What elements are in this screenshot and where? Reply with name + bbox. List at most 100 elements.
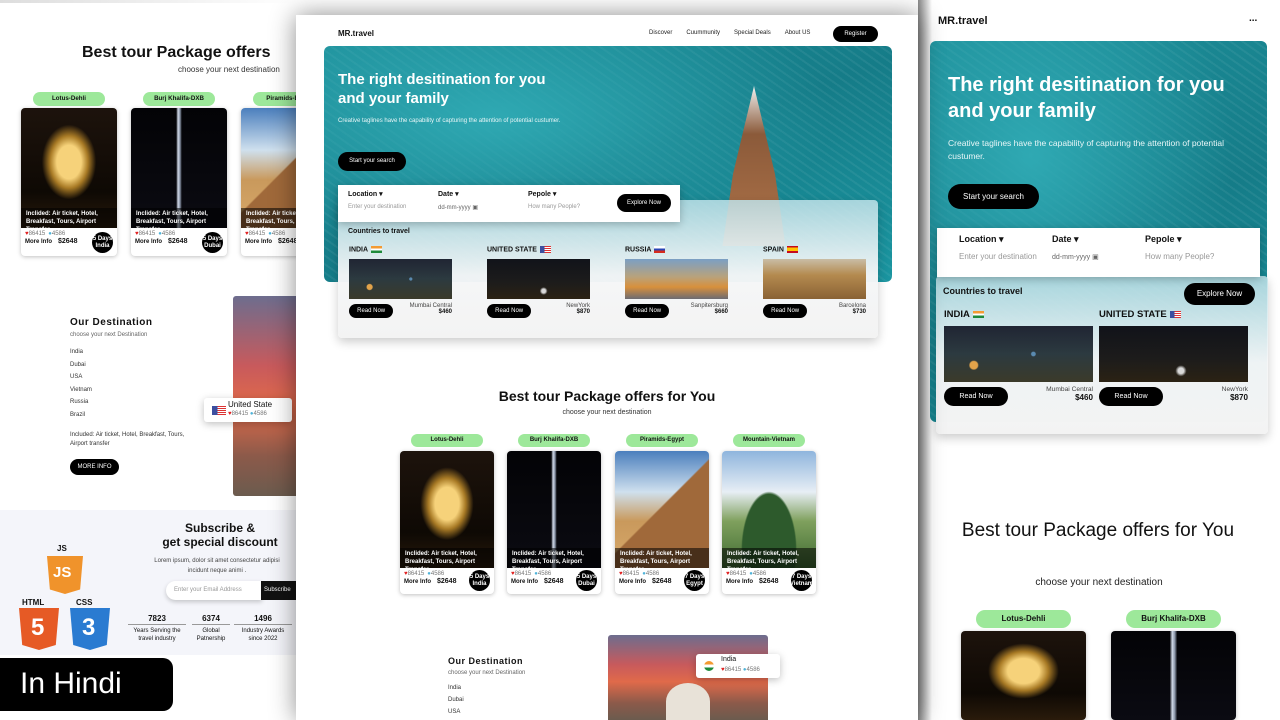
date-dropdown[interactable]: Date ▾ <box>1052 234 1079 245</box>
subscribe-title: Subscribe & get special discount <box>148 521 292 549</box>
brand-logo[interactable]: MR.travel <box>338 29 374 38</box>
package-card[interactable]: Inclided: Air ticket, Hotel, Breakfast, … <box>21 108 117 256</box>
package-card[interactable]: Inclided: Air ticket, Hotel, Breakfast, … <box>722 451 816 594</box>
center-preview-panel: MR.travel Discover Cuummunity Special Deal… <box>296 15 918 720</box>
read-now-button[interactable]: Read Now <box>625 303 670 318</box>
read-now-button[interactable]: Read Now <box>487 303 532 318</box>
country-price: $660 <box>714 308 728 315</box>
people-input[interactable]: How many People? <box>1145 252 1214 261</box>
package-included: Inclided: Air ticket, Hotel, Breakfast, … <box>507 548 601 568</box>
date-input[interactable]: dd-mm-yyyy ▣ <box>1052 253 1099 261</box>
more-info-link[interactable]: More Info <box>619 579 646 585</box>
days-badge: 5 Days India <box>92 232 113 253</box>
package-price: $2648 <box>544 578 564 585</box>
destination-list-item[interactable]: USA <box>70 371 92 384</box>
days-badge: 7 Days Vietnam <box>790 570 813 591</box>
countries-heading: Countries to travel <box>348 228 410 235</box>
likes-count: 86415 <box>248 231 266 237</box>
date-dropdown[interactable]: Date ▾ <box>438 190 459 198</box>
stat-label: Years Serving the travel industry <box>133 628 181 642</box>
search-bar: Location ▾ Enter your destination Date ▾… <box>937 228 1260 277</box>
location-input[interactable]: Enter your destination <box>959 252 1037 261</box>
destination-list-item[interactable]: Dubai <box>70 359 92 372</box>
packages-title: Best tour Package offers <box>82 44 271 61</box>
airplane-image <box>666 683 710 720</box>
stat-label: Global Patnership <box>196 628 226 642</box>
destination-list-item[interactable]: USA <box>448 706 464 718</box>
location-input[interactable]: Enter your destination <box>348 204 406 210</box>
country-price: $870 <box>576 308 590 315</box>
package-tag: Burj Khalifa-DXB <box>1126 610 1221 628</box>
likes-count: 86415 <box>407 571 425 577</box>
more-info-link[interactable]: More Info <box>511 579 538 585</box>
days-place: Dubai <box>578 580 595 587</box>
nav-link-about-us[interactable]: About US <box>785 30 811 36</box>
destination-list-item[interactable]: India <box>448 682 464 694</box>
destination-image <box>233 296 296 496</box>
read-now-button[interactable]: Read Now <box>944 387 1009 407</box>
start-search-button[interactable]: Start your search <box>948 184 1039 209</box>
comments-count: 4586 <box>746 667 760 673</box>
explore-now-button[interactable]: Explore Now <box>617 194 671 212</box>
js-logo-icon: JS <box>47 556 83 594</box>
caret-down-icon: ▾ <box>455 191 459 198</box>
country-name: SPAIN <box>763 246 798 253</box>
package-card[interactable]: Inclided: Air ticket, Hotel, Breakfast, … <box>131 108 227 256</box>
package-price: $2648 <box>278 238 298 245</box>
brand-logo[interactable]: MR.travel <box>938 15 988 27</box>
location-label: Location <box>959 234 997 244</box>
package-card[interactable]: Inclided: Air ticket, Hotel, Breakfast, … <box>507 451 601 594</box>
read-now-button[interactable]: Read Now <box>349 303 394 318</box>
destination-list-item[interactable]: Russia <box>70 396 92 409</box>
more-info-button[interactable]: MORE INFO <box>70 459 119 475</box>
comments-count: 4586 <box>253 411 267 417</box>
email-input[interactable]: Enter your Email Address <box>166 581 262 600</box>
country-price: $730 <box>852 308 866 315</box>
package-card[interactable]: Inclided: Air ticket, Hotel, Breakfast, … <box>400 451 494 594</box>
subscribe-text: Lorem ipsum, dolor sit amet consectetur … <box>142 556 292 576</box>
packages-title: Best tour Package offers for You <box>961 520 1235 541</box>
location-dropdown[interactable]: Location ▾ <box>959 234 1004 245</box>
css-label: CSS <box>76 598 93 607</box>
date-label: Date <box>438 191 454 198</box>
html5-logo-icon: 5 <box>19 608 59 650</box>
people-dropdown[interactable]: Pepole ▾ <box>1145 234 1182 245</box>
country-image <box>625 258 728 299</box>
destination-list-item[interactable]: Brazil <box>70 409 92 422</box>
popup-country: United State <box>228 400 273 409</box>
nav-link-cuummunity[interactable]: Cuummunity <box>686 30 720 36</box>
country-price: $870 <box>1230 393 1248 403</box>
destination-list-item[interactable]: India <box>70 346 92 359</box>
subscribe-button[interactable]: Subscribe <box>261 581 296 600</box>
top-edge <box>0 0 296 3</box>
package-price: $2648 <box>759 578 779 585</box>
stat-item: 1496 Industry Awards since 2022 <box>234 614 292 643</box>
nav-link-special-deals[interactable]: Special Deals <box>734 30 771 36</box>
nav-link-discover[interactable]: Discover <box>649 30 672 36</box>
more-info-link[interactable]: More Info <box>245 239 272 245</box>
country-label: INDIA <box>944 309 970 320</box>
html-label: HTML <box>22 598 45 607</box>
destination-list-item[interactable]: Vietnam <box>70 384 92 397</box>
date-input[interactable]: dd-mm-yyyy ▣ <box>438 204 478 211</box>
package-card[interactable]: Inclided: Air ticket, Hotel, Breakfast, … <box>615 451 709 594</box>
days-badge: 5 Days India <box>469 570 490 591</box>
more-menu-icon[interactable]: ... <box>1249 13 1257 24</box>
location-dropdown[interactable]: Location ▾ <box>348 190 383 198</box>
read-now-button[interactable]: Read Now <box>1099 387 1164 407</box>
read-now-button[interactable]: Read Now <box>763 303 808 318</box>
comments-count: 4586 <box>271 231 286 237</box>
people-dropdown[interactable]: Pepole ▾ <box>528 190 556 198</box>
start-search-button[interactable]: Start your search <box>338 152 406 171</box>
es-flag-icon <box>786 246 798 253</box>
more-info-link[interactable]: More Info <box>404 579 431 585</box>
more-info-link[interactable]: More Info <box>25 239 52 245</box>
more-info-link[interactable]: More Info <box>726 579 753 585</box>
people-input[interactable]: How many People? <box>528 204 580 210</box>
destination-list-item[interactable]: Dubai <box>448 694 464 706</box>
package-card[interactable] <box>961 631 1086 720</box>
explore-now-button[interactable]: Explore Now <box>1184 283 1255 305</box>
package-card[interactable] <box>1111 631 1236 720</box>
register-button[interactable]: Register <box>833 26 878 42</box>
more-info-link[interactable]: More Info <box>135 239 162 245</box>
